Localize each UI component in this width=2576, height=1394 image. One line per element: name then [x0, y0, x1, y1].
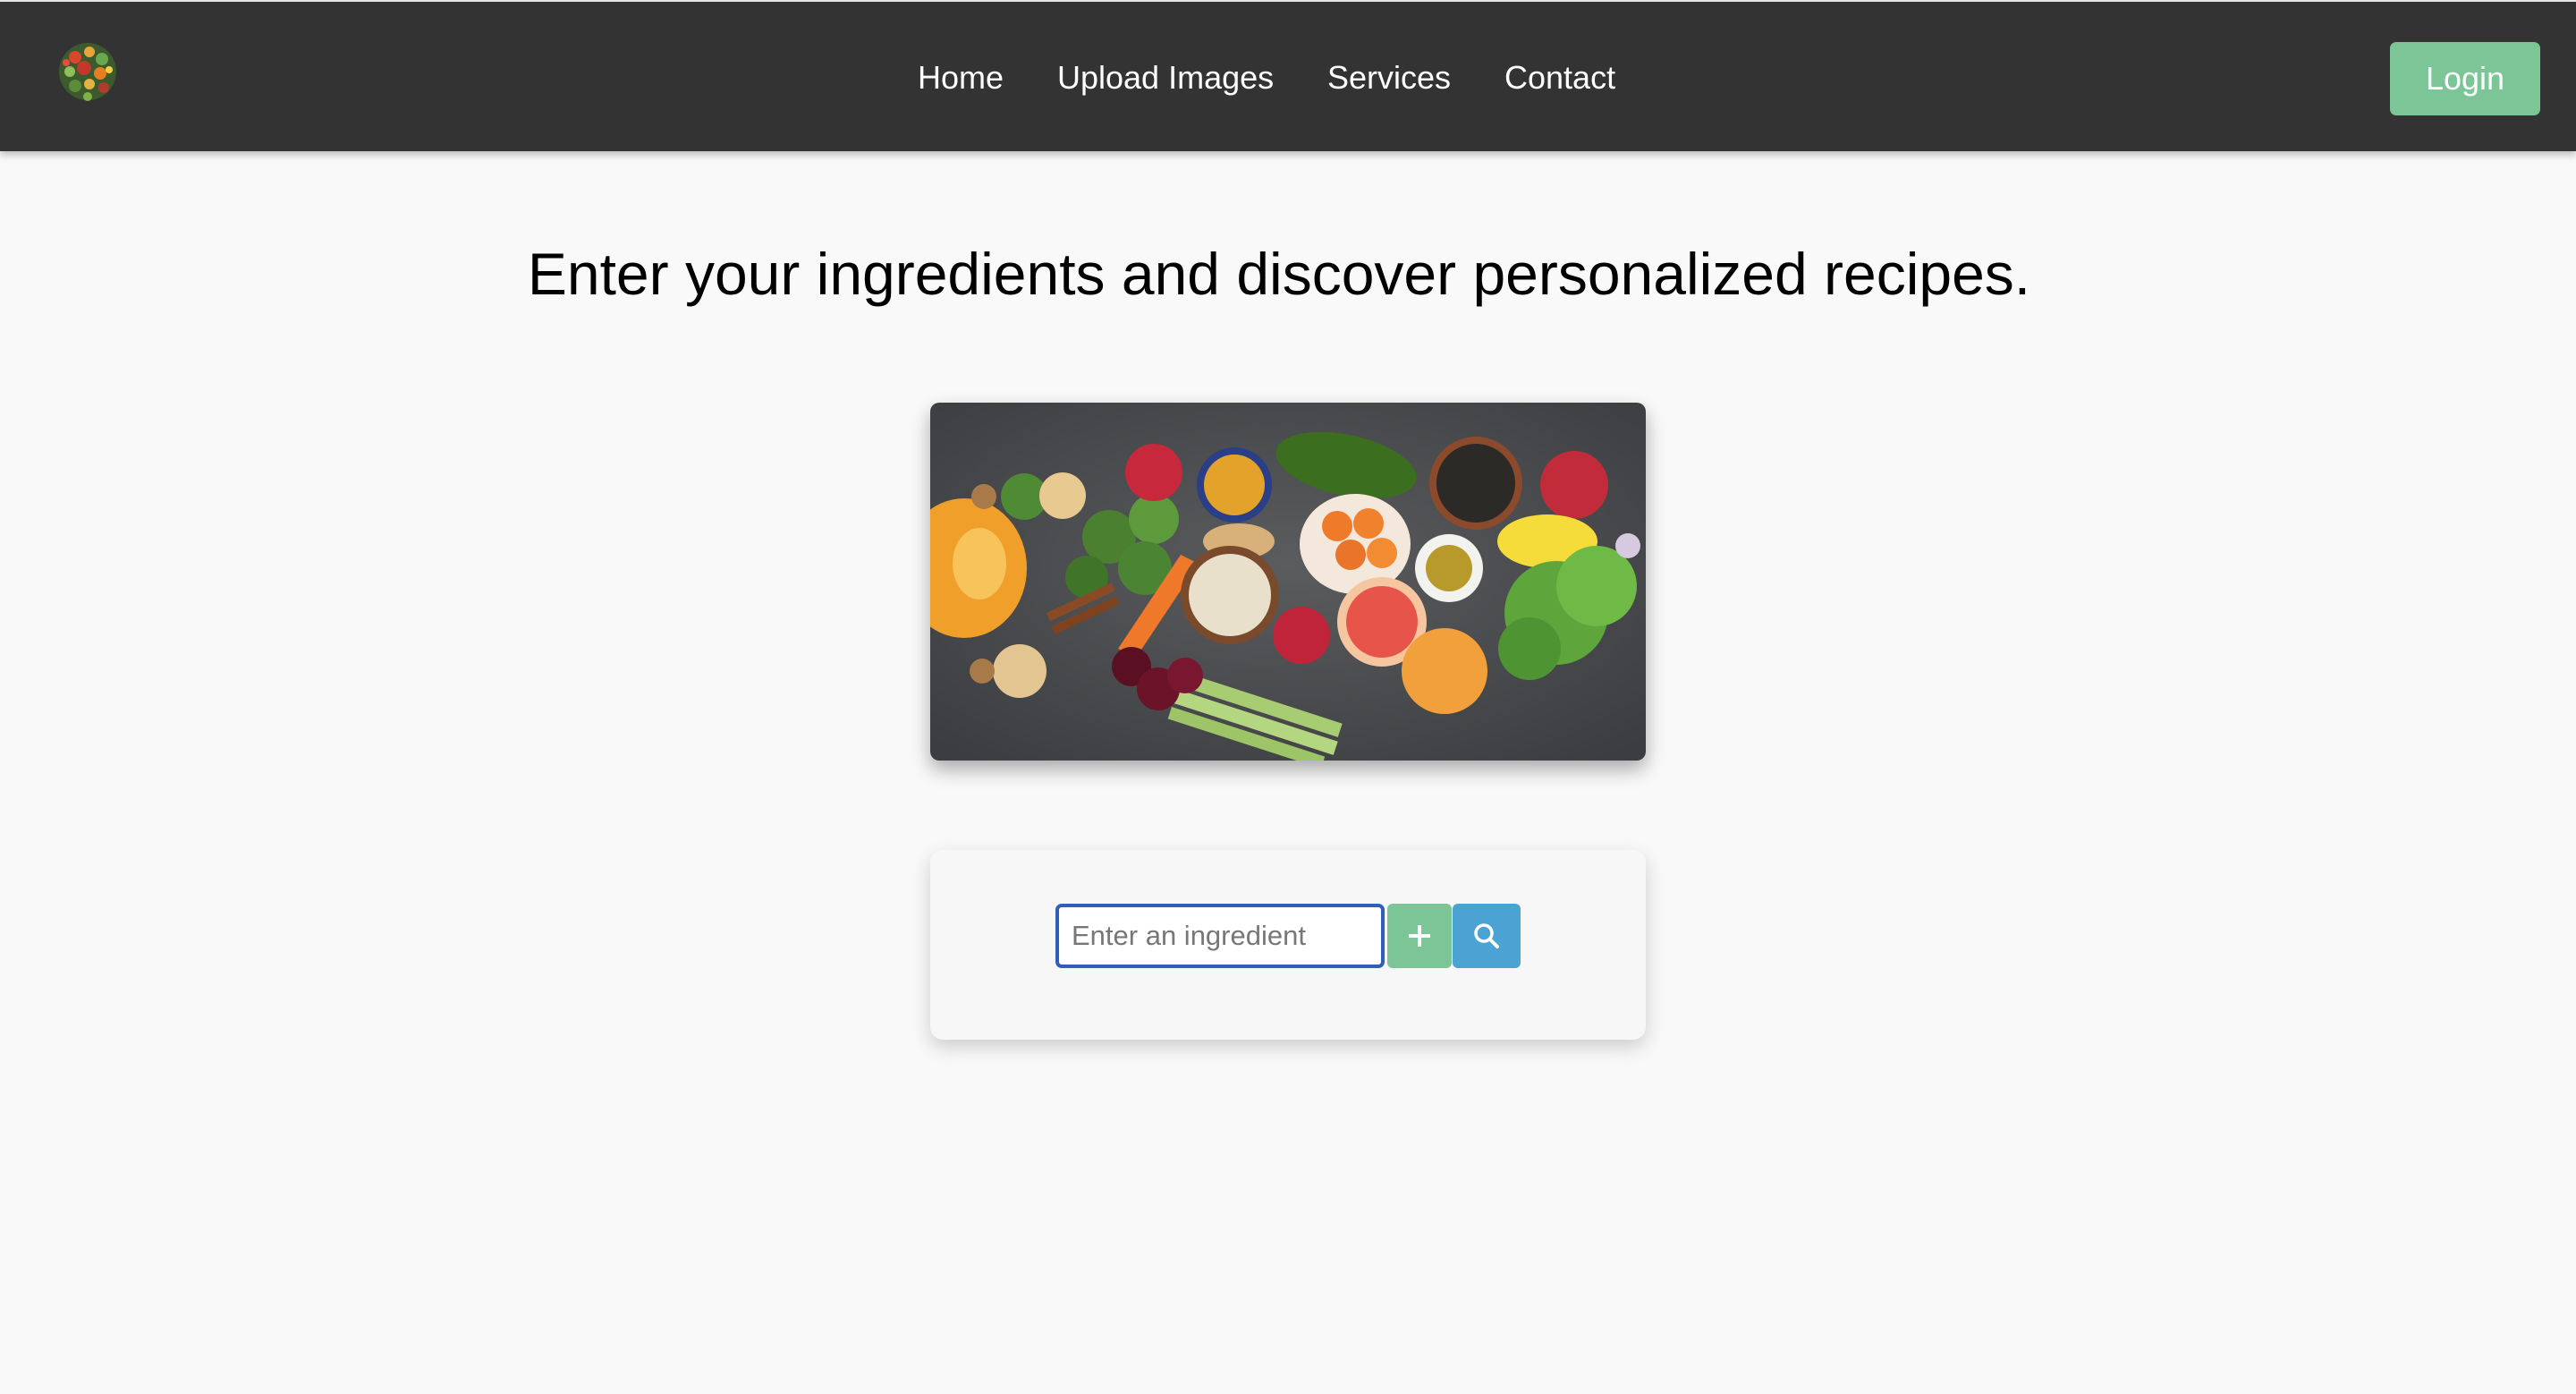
- nav-home-link[interactable]: Home: [918, 59, 1004, 97]
- hero-ingredients-image: [930, 403, 1646, 761]
- ingredient-search-card: [930, 850, 1646, 1040]
- ingredient-input[interactable]: [1055, 904, 1385, 968]
- nav-services-link[interactable]: Services: [1327, 59, 1451, 97]
- nav-upload-images-link[interactable]: Upload Images: [1057, 59, 1274, 97]
- main-nav: Home Upload Images Services Contact: [0, 2, 2576, 153]
- add-ingredient-button[interactable]: [1387, 904, 1452, 968]
- nav-contact-link[interactable]: Contact: [1504, 59, 1615, 97]
- plus-icon: [1409, 925, 1430, 947]
- page-headline: Enter your ingredients and discover pers…: [527, 241, 2031, 307]
- search-icon: [1474, 923, 1499, 948]
- top-navbar: Home Upload Images Services Contact Logi…: [0, 0, 2576, 151]
- search-recipes-button[interactable]: [1453, 904, 1521, 968]
- login-button[interactable]: Login: [2390, 42, 2540, 115]
